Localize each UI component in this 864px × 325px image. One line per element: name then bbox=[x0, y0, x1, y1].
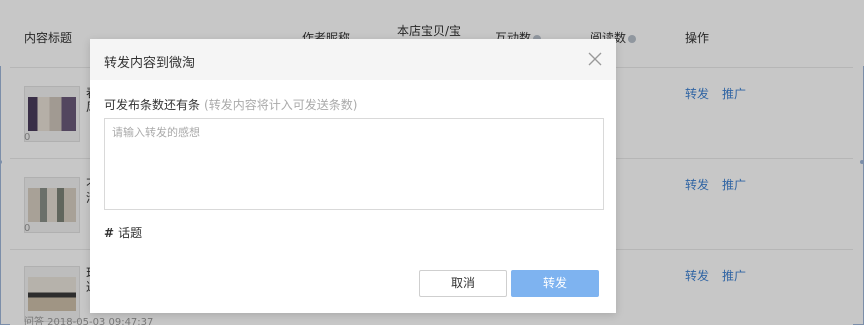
forward-dialog: 转发内容到微淘 可发布条数还有条(转发内容将计入可发送条数) #话题 取消 转发 bbox=[90, 39, 616, 313]
close-icon[interactable] bbox=[587, 51, 603, 67]
forward-button[interactable]: 转发 bbox=[511, 270, 599, 297]
cancel-button[interactable]: 取消 bbox=[419, 270, 507, 297]
quota-label: 可发布条数还有条 bbox=[104, 98, 201, 112]
hash-icon: # bbox=[104, 226, 115, 240]
topic-button[interactable]: # 话题 bbox=[104, 224, 142, 241]
quota-hint: (转发内容将计入可发送条数) bbox=[204, 98, 358, 112]
quota-text: 可发布条数还有条 (转发内容将计入可发送条数) bbox=[104, 96, 357, 113]
dialog-title: 转发内容到微淘 bbox=[104, 56, 196, 71]
dialog-header: 转发内容到微淘 bbox=[90, 39, 616, 80]
forward-comment-input[interactable] bbox=[104, 118, 604, 210]
topic-label: 话题 bbox=[118, 226, 143, 240]
